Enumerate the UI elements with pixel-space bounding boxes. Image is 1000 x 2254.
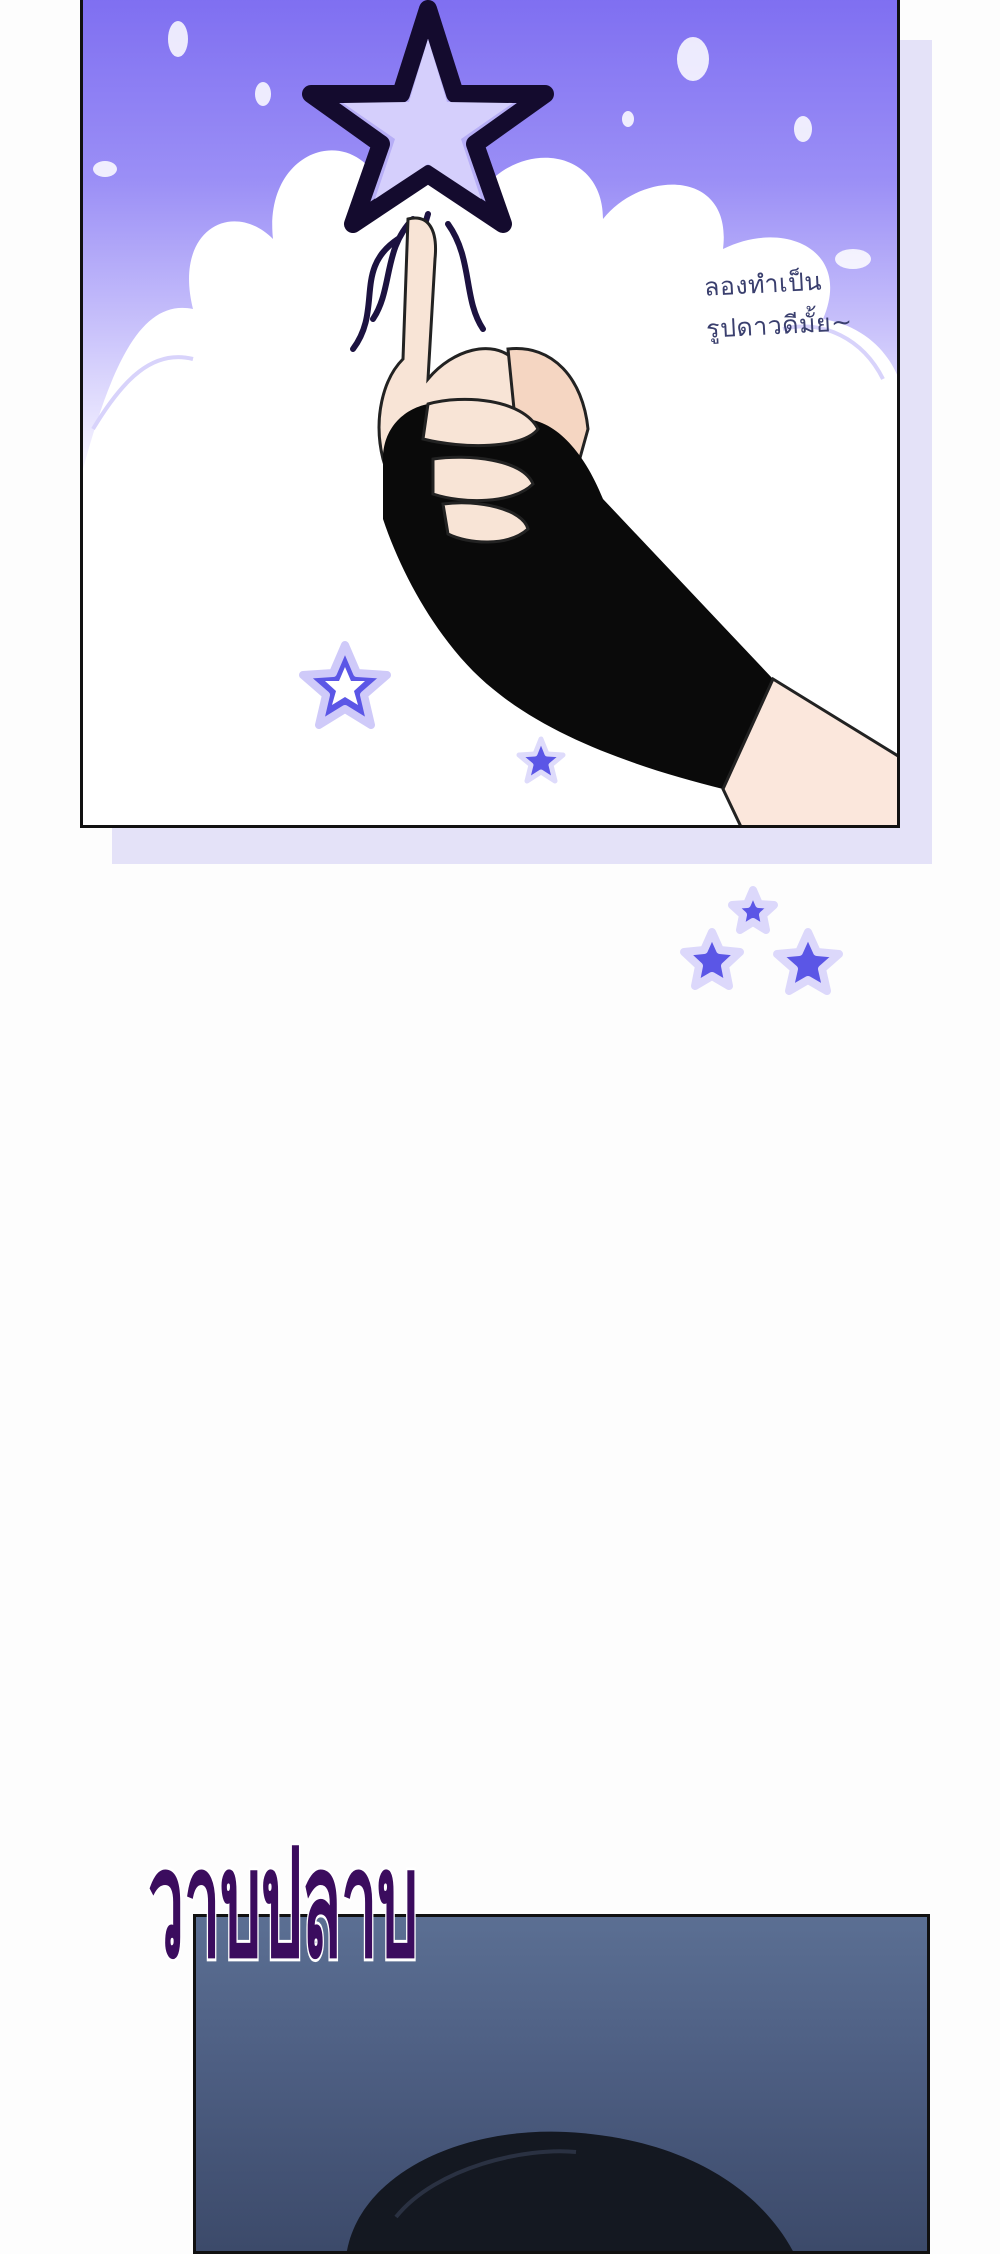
comic-panel-top: ลองทำเป็น รูปดาวดีมั้ย~	[80, 0, 900, 828]
speech-text: ลองทำเป็น รูปดาวดีมั้ย~	[703, 255, 897, 350]
star-cluster-icon	[680, 886, 843, 995]
sound-effect-text: วาบปลาบ	[148, 1816, 418, 1992]
panel-art	[83, 0, 897, 825]
sound-effect: วาบปลาบ	[148, 1813, 418, 1995]
